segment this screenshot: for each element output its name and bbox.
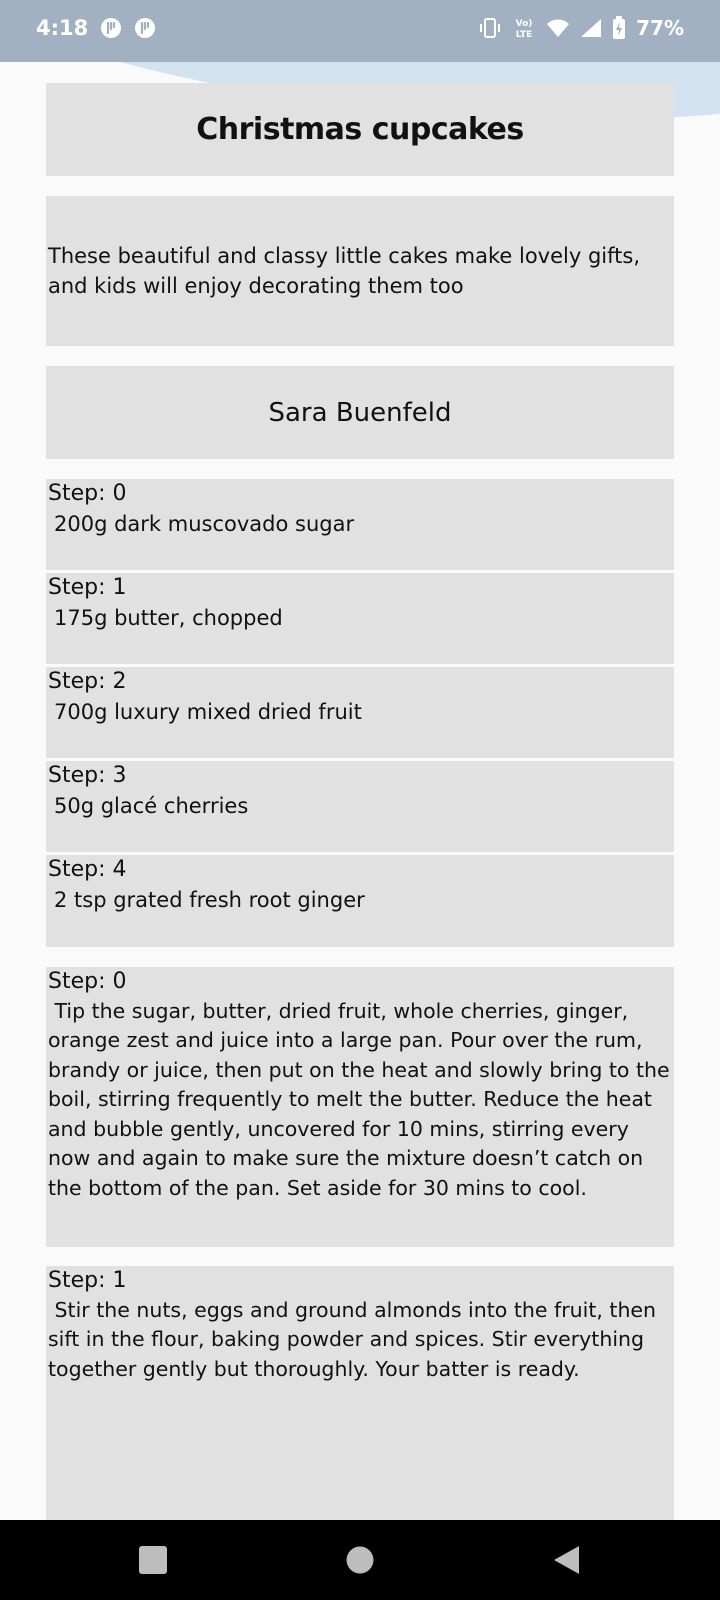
cell-signal-icon xyxy=(581,19,602,37)
recents-button[interactable] xyxy=(133,1540,173,1580)
method-step-text: Stir the nuts, eggs and ground almonds i… xyxy=(48,1296,672,1385)
vibrate-icon xyxy=(480,18,501,38)
wifi-icon xyxy=(547,19,570,37)
home-circle-icon xyxy=(346,1546,374,1574)
status-left: 4:18 xyxy=(36,16,156,40)
ingredient-step-label: Step: 2 xyxy=(48,669,127,694)
ingredient-item: Step: 1 175g butter, chopped xyxy=(46,573,674,664)
ingredient-step-label: Step: 4 xyxy=(48,857,127,882)
method-step-text-content: Stir the nuts, eggs and ground almonds i… xyxy=(48,1297,657,1381)
ingredient-step-label: Step: 0 xyxy=(48,481,127,506)
battery-charging-icon xyxy=(613,16,626,39)
status-bar: 4:18 Vo) LTE 77% xyxy=(0,0,720,62)
ingredient-item: Step: 2 700g luxury mixed dried fruit xyxy=(46,667,674,758)
notification-icon xyxy=(135,18,156,38)
back-triangle-icon xyxy=(554,1546,579,1574)
ingredient-step-text: 700g luxury mixed dried fruit xyxy=(54,700,362,724)
navigation-bar xyxy=(0,1520,720,1600)
ingredient-step-label: Step: 1 xyxy=(48,575,127,600)
ingredient-step-text: 200g dark muscovado sugar xyxy=(54,512,355,536)
svg-text:Vo): Vo) xyxy=(516,19,533,29)
ingredient-step-text: 2 tsp grated fresh root ginger xyxy=(54,888,365,912)
recipe-author-card: Sara Buenfeld xyxy=(46,366,674,459)
method-step-label: Step: 1 xyxy=(48,1268,127,1293)
volte-icon: Vo) LTE xyxy=(516,19,533,40)
recipe-description-card: These beautiful and classy little cakes … xyxy=(46,196,674,346)
recents-square-icon xyxy=(139,1546,167,1574)
ingredient-step-label: Step: 3 xyxy=(48,763,127,788)
method-item: Step: 0 Tip the sugar, butter, dried fru… xyxy=(46,967,674,1247)
ingredient-item: Step: 3 50g glacé cherries xyxy=(46,761,674,852)
status-time: 4:18 xyxy=(36,16,89,40)
recipe-author: Sara Buenfeld xyxy=(268,397,452,428)
recipe-description: These beautiful and classy little cakes … xyxy=(48,244,640,298)
back-button[interactable] xyxy=(546,1540,586,1580)
ingredient-step-text: 50g glacé cherries xyxy=(54,794,249,818)
battery-percent: 77% xyxy=(636,16,684,40)
method-step-text: Tip the sugar, butter, dried fruit, whol… xyxy=(48,997,672,1204)
method-step-text-content: Tip the sugar, butter, dried fruit, whol… xyxy=(48,998,670,1200)
status-right: Vo) LTE 77% xyxy=(478,16,684,40)
recipe-title: Christmas cupcakes xyxy=(196,112,524,147)
method-item: Step: 1 Stir the nuts, eggs and ground a… xyxy=(46,1266,674,1520)
home-button[interactable] xyxy=(340,1540,380,1580)
notification-icon xyxy=(101,18,122,38)
method-step-label: Step: 0 xyxy=(48,969,127,994)
ingredient-item: Step: 0 200g dark muscovado sugar xyxy=(46,479,674,570)
recipe-title-card: Christmas cupcakes xyxy=(46,83,674,176)
svg-text:LTE: LTE xyxy=(516,30,533,40)
ingredient-step-text: 175g butter, chopped xyxy=(54,606,283,630)
ingredient-item: Step: 4 2 tsp grated fresh root ginger xyxy=(46,855,674,947)
